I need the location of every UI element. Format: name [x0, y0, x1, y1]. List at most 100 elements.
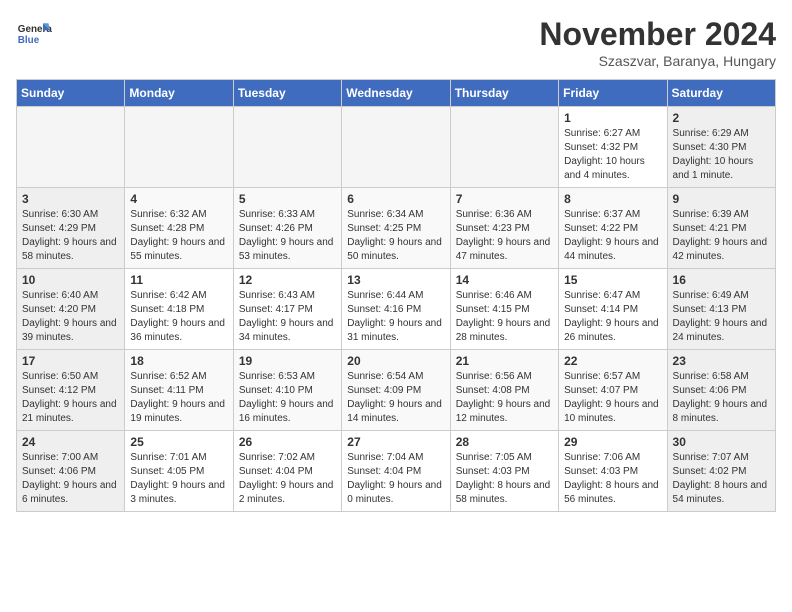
- calendar-cell: 9 Sunrise: 6:39 AMSunset: 4:21 PMDaylight…: [667, 188, 775, 269]
- month-year: November 2024: [539, 16, 776, 53]
- week-row-4: 17 Sunrise: 6:50 AMSunset: 4:12 PMDayligh…: [17, 350, 776, 431]
- day-info: Sunrise: 6:29 AMSunset: 4:30 PMDaylight:…: [673, 127, 770, 183]
- week-row-5: 24 Sunrise: 7:00 AMSunset: 4:06 PMDayligh…: [17, 431, 776, 512]
- day-header-tuesday: Tuesday: [233, 80, 341, 107]
- calendar-cell: [17, 107, 125, 188]
- calendar-cell: 20 Sunrise: 6:54 AMSunset: 4:09 PMDayligh…: [342, 350, 450, 431]
- day-info: Sunrise: 6:47 AMSunset: 4:14 PMDaylight:…: [564, 289, 661, 345]
- location: Szaszvar, Baranya, Hungary: [539, 53, 776, 69]
- day-info: Sunrise: 6:40 AMSunset: 4:20 PMDaylight:…: [22, 289, 119, 345]
- day-info: Sunrise: 6:37 AMSunset: 4:22 PMDaylight:…: [564, 208, 661, 264]
- calendar-cell: 15 Sunrise: 6:47 AMSunset: 4:14 PMDayligh…: [559, 269, 667, 350]
- day-number: 25: [130, 435, 227, 449]
- calendar-cell: 2 Sunrise: 6:29 AMSunset: 4:30 PMDaylight…: [667, 107, 775, 188]
- calendar-cell: [342, 107, 450, 188]
- day-info: Sunrise: 6:27 AMSunset: 4:32 PMDaylight:…: [564, 127, 661, 183]
- calendar-cell: 11Sunrise: 6:42 AMSunset: 4:18 PMDayligh…: [125, 269, 233, 350]
- day-info: Sunrise: 7:00 AMSunset: 4:06 PMDaylight:…: [22, 451, 119, 507]
- week-row-2: 3 Sunrise: 6:30 AMSunset: 4:29 PMDaylight…: [17, 188, 776, 269]
- calendar-cell: 1 Sunrise: 6:27 AMSunset: 4:32 PMDaylight…: [559, 107, 667, 188]
- day-info: Sunrise: 7:04 AMSunset: 4:04 PMDaylight:…: [347, 451, 444, 507]
- day-info: Sunrise: 7:05 AMSunset: 4:03 PMDaylight:…: [456, 451, 553, 507]
- day-info: Sunrise: 6:34 AMSunset: 4:25 PMDaylight:…: [347, 208, 444, 264]
- day-info: Sunrise: 6:33 AMSunset: 4:26 PMDaylight:…: [239, 208, 336, 264]
- calendar-cell: 8 Sunrise: 6:37 AMSunset: 4:22 PMDaylight…: [559, 188, 667, 269]
- day-info: Sunrise: 6:56 AMSunset: 4:08 PMDaylight:…: [456, 370, 553, 426]
- svg-text:Blue: Blue: [18, 35, 40, 46]
- day-number: 12: [239, 273, 336, 287]
- day-number: 20: [347, 354, 444, 368]
- day-header-sunday: Sunday: [17, 80, 125, 107]
- day-number: 2: [673, 111, 770, 125]
- day-header-saturday: Saturday: [667, 80, 775, 107]
- calendar-cell: 3 Sunrise: 6:30 AMSunset: 4:29 PMDaylight…: [17, 188, 125, 269]
- calendar-cell: 24 Sunrise: 7:00 AMSunset: 4:06 PMDayligh…: [17, 431, 125, 512]
- calendar-cell: [450, 107, 558, 188]
- calendar-cell: 13 Sunrise: 6:44 AMSunset: 4:16 PMDayligh…: [342, 269, 450, 350]
- day-info: Sunrise: 6:54 AMSunset: 4:09 PMDaylight:…: [347, 370, 444, 426]
- day-number: 11: [130, 273, 227, 287]
- day-info: Sunrise: 6:36 AMSunset: 4:23 PMDaylight:…: [456, 208, 553, 264]
- calendar-cell: 10Sunrise: 6:40 AMSunset: 4:20 PMDayligh…: [17, 269, 125, 350]
- day-info: Sunrise: 6:32 AMSunset: 4:28 PMDaylight:…: [130, 208, 227, 264]
- day-number: 16: [673, 273, 770, 287]
- day-number: 4: [130, 192, 227, 206]
- calendar-cell: 21 Sunrise: 6:56 AMSunset: 4:08 PMDayligh…: [450, 350, 558, 431]
- calendar-cell: 29Sunrise: 7:06 AMSunset: 4:03 PMDayligh…: [559, 431, 667, 512]
- day-number: 9: [673, 192, 770, 206]
- calendar-header-row: SundayMondayTuesdayWednesdayThursdayFrid…: [17, 80, 776, 107]
- title-block: November 2024 Szaszvar, Baranya, Hungary: [539, 16, 776, 69]
- day-header-monday: Monday: [125, 80, 233, 107]
- day-number: 29: [564, 435, 661, 449]
- logo-icon: General Blue: [16, 16, 52, 52]
- day-info: Sunrise: 6:49 AMSunset: 4:13 PMDaylight:…: [673, 289, 770, 345]
- day-number: 3: [22, 192, 119, 206]
- day-number: 19: [239, 354, 336, 368]
- day-number: 21: [456, 354, 553, 368]
- day-number: 27: [347, 435, 444, 449]
- calendar-table: SundayMondayTuesdayWednesdayThursdayFrid…: [16, 79, 776, 512]
- day-info: Sunrise: 6:46 AMSunset: 4:15 PMDaylight:…: [456, 289, 553, 345]
- day-number: 22: [564, 354, 661, 368]
- day-number: 8: [564, 192, 661, 206]
- logo: General Blue: [16, 16, 52, 52]
- calendar-cell: [125, 107, 233, 188]
- calendar-cell: 25 Sunrise: 7:01 AMSunset: 4:05 PMDayligh…: [125, 431, 233, 512]
- day-header-friday: Friday: [559, 80, 667, 107]
- day-number: 15: [564, 273, 661, 287]
- day-info: Sunrise: 6:44 AMSunset: 4:16 PMDaylight:…: [347, 289, 444, 345]
- calendar-cell: 17 Sunrise: 6:50 AMSunset: 4:12 PMDayligh…: [17, 350, 125, 431]
- day-number: 17: [22, 354, 119, 368]
- day-number: 24: [22, 435, 119, 449]
- day-number: 18: [130, 354, 227, 368]
- calendar-cell: 6 Sunrise: 6:34 AMSunset: 4:25 PMDaylight…: [342, 188, 450, 269]
- day-number: 6: [347, 192, 444, 206]
- day-info: Sunrise: 6:39 AMSunset: 4:21 PMDaylight:…: [673, 208, 770, 264]
- day-number: 13: [347, 273, 444, 287]
- calendar-cell: 5Sunrise: 6:33 AMSunset: 4:26 PMDaylight…: [233, 188, 341, 269]
- day-info: Sunrise: 6:58 AMSunset: 4:06 PMDaylight:…: [673, 370, 770, 426]
- day-info: Sunrise: 6:50 AMSunset: 4:12 PMDaylight:…: [22, 370, 119, 426]
- calendar-cell: 23Sunrise: 6:58 AMSunset: 4:06 PMDayligh…: [667, 350, 775, 431]
- day-info: Sunrise: 6:53 AMSunset: 4:10 PMDaylight:…: [239, 370, 336, 426]
- day-info: Sunrise: 6:52 AMSunset: 4:11 PMDaylight:…: [130, 370, 227, 426]
- day-number: 28: [456, 435, 553, 449]
- day-info: Sunrise: 6:43 AMSunset: 4:17 PMDaylight:…: [239, 289, 336, 345]
- calendar-cell: 14Sunrise: 6:46 AMSunset: 4:15 PMDayligh…: [450, 269, 558, 350]
- day-header-thursday: Thursday: [450, 80, 558, 107]
- calendar-cell: 12 Sunrise: 6:43 AMSunset: 4:17 PMDayligh…: [233, 269, 341, 350]
- day-info: Sunrise: 7:02 AMSunset: 4:04 PMDaylight:…: [239, 451, 336, 507]
- day-info: Sunrise: 7:01 AMSunset: 4:05 PMDaylight:…: [130, 451, 227, 507]
- calendar-cell: 22 Sunrise: 6:57 AMSunset: 4:07 PMDayligh…: [559, 350, 667, 431]
- calendar-cell: 30Sunrise: 7:07 AMSunset: 4:02 PMDayligh…: [667, 431, 775, 512]
- week-row-1: 1 Sunrise: 6:27 AMSunset: 4:32 PMDaylight…: [17, 107, 776, 188]
- day-info: Sunrise: 6:30 AMSunset: 4:29 PMDaylight:…: [22, 208, 119, 264]
- day-info: Sunrise: 6:57 AMSunset: 4:07 PMDaylight:…: [564, 370, 661, 426]
- page-header: General Blue November 2024 Szaszvar, Bar…: [16, 16, 776, 69]
- day-number: 26: [239, 435, 336, 449]
- week-row-3: 10Sunrise: 6:40 AMSunset: 4:20 PMDayligh…: [17, 269, 776, 350]
- calendar-cell: 7Sunrise: 6:36 AMSunset: 4:23 PMDaylight…: [450, 188, 558, 269]
- calendar-cell: 26 Sunrise: 7:02 AMSunset: 4:04 PMDayligh…: [233, 431, 341, 512]
- day-number: 1: [564, 111, 661, 125]
- day-info: Sunrise: 7:07 AMSunset: 4:02 PMDaylight:…: [673, 451, 770, 507]
